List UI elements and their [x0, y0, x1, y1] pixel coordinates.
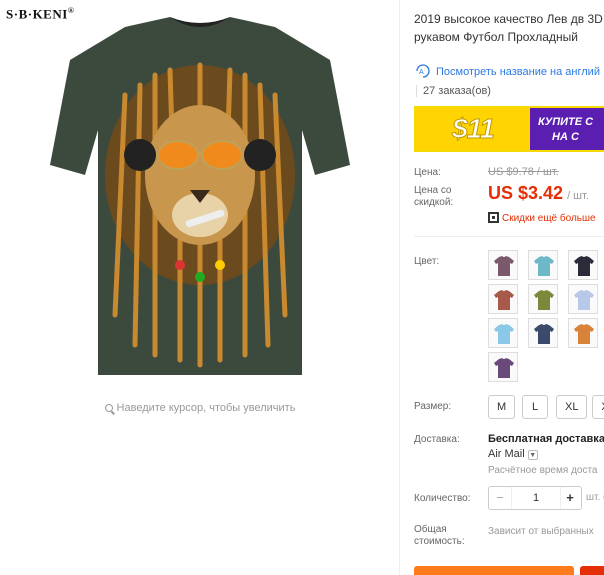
- svg-text:A: A: [419, 69, 424, 76]
- more-discounts-link[interactable]: Скидки ещё больше: [488, 212, 596, 224]
- tshirt-icon: [574, 256, 594, 276]
- shipping-estimate: Расчётное время доста: [488, 465, 598, 476]
- quantity-unit: шт. (: [586, 492, 604, 503]
- tshirt-icon: [574, 324, 594, 344]
- price-unit: / шт.: [567, 190, 589, 202]
- color-swatch[interactable]: [488, 352, 518, 382]
- quantity-input[interactable]: 1: [511, 487, 561, 509]
- zoom-hint: Наведите курсор, чтобы увеличить: [0, 402, 400, 414]
- color-swatch[interactable]: [528, 284, 558, 314]
- quantity-label: Количество:: [414, 493, 471, 504]
- color-swatch[interactable]: [568, 318, 598, 348]
- magnifier-icon: [104, 404, 113, 412]
- promo-text: КУПИТЕ С НА С: [538, 115, 604, 145]
- discount-price-label-1: Цена со: [414, 185, 452, 196]
- current-price-value: US $3.42: [488, 183, 564, 203]
- more-discounts-text: Скидки ещё больше: [502, 213, 596, 224]
- qr-code-icon: [488, 212, 499, 223]
- color-swatch[interactable]: [528, 250, 558, 280]
- tshirt-icon: [494, 256, 514, 276]
- color-swatch[interactable]: [488, 250, 518, 280]
- size-option-xl[interactable]: XL: [556, 395, 588, 419]
- tshirt-icon: [494, 324, 514, 344]
- discount-price-label: Цена со скидкой:: [414, 185, 453, 209]
- promo-text-line2: НА С: [552, 131, 579, 143]
- discount-price-label-2: скидкой:: [414, 197, 454, 208]
- current-price: US $3.42/ шт.: [488, 183, 589, 204]
- size-label: Размер:: [414, 401, 452, 412]
- total-label: Общая стоимость:: [414, 524, 465, 548]
- total-label-2: стоимость:: [414, 536, 465, 547]
- color-swatch[interactable]: [488, 284, 518, 314]
- translate-link-text: Посмотреть название на англий: [436, 66, 600, 78]
- orders-count: 27 заказа(ов): [416, 85, 491, 97]
- shipping-name: Бесплатная доставка: [488, 433, 604, 445]
- color-swatch[interactable]: [488, 318, 518, 348]
- section-divider: [414, 236, 604, 237]
- product-title: 2019 высокое качество Лев дв 3D с коротк…: [414, 12, 604, 44]
- promo-coupon: $11: [416, 108, 530, 150]
- promo-amount: $11: [452, 113, 496, 145]
- tshirt-icon: [534, 324, 554, 344]
- add-to-cart-button[interactable]: [580, 566, 604, 575]
- color-swatch[interactable]: [528, 318, 558, 348]
- quantity-stepper: − 1 +: [488, 486, 582, 510]
- zoom-hint-text: Наведите курсор, чтобы увеличить: [116, 402, 296, 414]
- product-gallery: S·B·KENI® Наведите курсор, чтобы увеличи…: [0, 0, 400, 575]
- quantity-increase-button[interactable]: +: [559, 487, 581, 509]
- brand-mark: ®: [67, 6, 75, 15]
- color-swatch[interactable]: [568, 250, 598, 280]
- size-option-l[interactable]: L: [522, 395, 548, 419]
- tshirt-icon: [574, 290, 594, 310]
- size-option-m[interactable]: M: [488, 395, 516, 419]
- quantity-decrease-button[interactable]: −: [489, 487, 511, 509]
- product-main-image[interactable]: [30, 15, 370, 385]
- shipping-method-value: Air Mail: [488, 448, 525, 460]
- price-label: Цена:: [414, 167, 441, 178]
- size-option-x[interactable]: X: [592, 395, 604, 419]
- shipping-label: Доставка:: [414, 434, 460, 445]
- chevron-down-icon: ▼: [527, 450, 538, 460]
- tshirt-icon: [534, 256, 554, 276]
- translate-icon: A: [416, 64, 430, 78]
- panel-divider: [399, 0, 400, 575]
- tshirt-icon: [494, 290, 514, 310]
- promo-text-line1: КУПИТЕ С: [538, 116, 594, 128]
- translate-link[interactable]: A Посмотреть название на англий: [414, 64, 604, 78]
- tshirt-icon: [534, 290, 554, 310]
- tshirt-icon: [494, 358, 514, 378]
- shipping-method-select[interactable]: Air Mail ▼: [488, 448, 538, 460]
- product-info-panel: 2019 высокое качество Лев дв 3D с коротк…: [414, 0, 604, 575]
- total-label-1: Общая: [414, 524, 447, 535]
- color-swatch[interactable]: [568, 284, 598, 314]
- promo-banner[interactable]: $11 КУПИТЕ С НА С: [414, 106, 604, 152]
- color-label: Цвет:: [414, 256, 440, 267]
- buy-now-button[interactable]: [414, 566, 574, 575]
- old-price: US $9.78 / шт.: [488, 166, 559, 178]
- total-note: Зависит от выбранных: [488, 526, 594, 537]
